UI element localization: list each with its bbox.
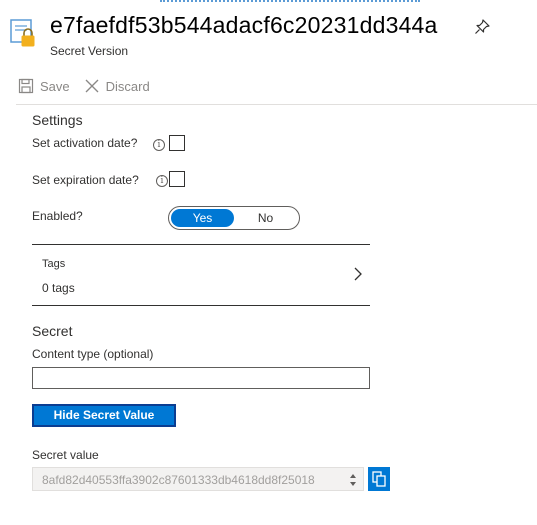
tags-count: 0 tags <box>42 281 75 295</box>
save-button[interactable]: Save <box>18 78 70 94</box>
copy-button[interactable] <box>368 467 390 491</box>
enabled-label: Enabled? <box>32 209 83 223</box>
save-label: Save <box>40 78 70 94</box>
spinner-icon <box>349 472 357 488</box>
save-icon <box>18 78 34 94</box>
activation-date-label: Set activation date? <box>32 136 138 150</box>
hide-secret-value-button[interactable]: Hide Secret Value <box>32 404 176 427</box>
discard-label: Discard <box>105 78 150 94</box>
tags-row[interactable]: Tags 0 tags <box>32 246 370 304</box>
toolbar-divider <box>16 104 537 105</box>
secret-value-field[interactable]: 8afd82d40553ffa3902c87601333db4618dd8f25… <box>32 467 364 491</box>
discard-button[interactable]: Discard <box>84 78 150 94</box>
activation-date-checkbox[interactable] <box>169 135 185 151</box>
page-header: e7faefdf53b544adacf6c20231dd344a Secret … <box>10 10 530 58</box>
close-icon <box>85 79 99 93</box>
page-subtitle: Secret Version <box>50 44 129 58</box>
chevron-right-icon <box>352 266 364 282</box>
content-type-input[interactable] <box>32 367 370 389</box>
breadcrumb-links[interactable] <box>160 0 420 4</box>
content-type-label: Content type (optional) <box>32 347 154 361</box>
expiration-date-checkbox[interactable] <box>169 171 185 187</box>
page-title: e7faefdf53b544adacf6c20231dd344a <box>50 12 438 38</box>
expiration-date-label: Set expiration date? <box>32 173 139 187</box>
secret-value-text: 8afd82d40553ffa3902c87601333db4618dd8f25… <box>42 473 315 487</box>
enabled-yes-option[interactable]: Yes <box>171 209 234 227</box>
enabled-toggle[interactable]: Yes No <box>168 206 300 230</box>
key-vault-secret-icon <box>10 18 38 48</box>
enabled-no-option[interactable]: No <box>234 209 297 227</box>
secret-value-label: Secret value <box>32 448 99 462</box>
info-icon[interactable]: i <box>156 175 168 187</box>
divider <box>32 244 370 245</box>
copy-icon <box>372 471 386 487</box>
tags-title: Tags <box>42 258 66 270</box>
divider <box>32 305 370 306</box>
info-icon[interactable]: i <box>153 139 165 151</box>
pin-icon[interactable] <box>473 18 491 36</box>
settings-heading: Settings <box>32 112 83 128</box>
command-bar: Save Discard <box>18 72 164 100</box>
secret-heading: Secret <box>32 323 73 339</box>
